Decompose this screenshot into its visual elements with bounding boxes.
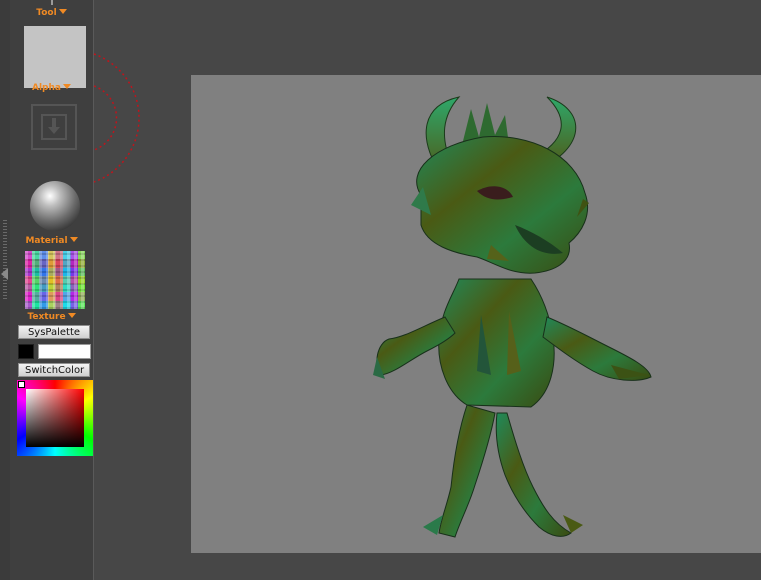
left-tray[interactable] — [0, 0, 10, 580]
switchcolor-button[interactable]: SwitchColor — [18, 363, 90, 377]
zbrush-window: Tool Alpha Material Texture SysPalette S… — [0, 0, 761, 580]
caret-down-icon — [58, 9, 67, 14]
material-label: Material — [25, 236, 68, 246]
alpha-label: Alpha — [32, 83, 61, 93]
material-menu[interactable]: Material — [10, 235, 93, 247]
alpha-menu[interactable]: Alpha — [10, 82, 93, 94]
model-legs — [423, 404, 583, 538]
tool-label: Tool — [36, 8, 57, 18]
material-thumbnail[interactable] — [30, 181, 80, 231]
syspalette-button[interactable]: SysPalette — [18, 325, 90, 339]
model-head — [411, 136, 589, 274]
texture-thumbnail[interactable] — [25, 251, 85, 309]
caret-down-icon — [62, 84, 71, 89]
left-shelf: Tool Alpha Material Texture SysPalette S… — [10, 0, 94, 580]
tool-slot[interactable] — [51, 0, 53, 5]
main-color-swatch[interactable] — [18, 344, 34, 359]
caret-down-icon — [69, 237, 78, 242]
top-strip — [94, 0, 761, 20]
color-picker-marker[interactable] — [18, 381, 25, 388]
model-torso — [438, 278, 555, 408]
tool-menu[interactable]: Tool — [10, 7, 93, 19]
alpha-thumbnail[interactable] — [24, 26, 86, 88]
chevron-left-icon[interactable] — [1, 268, 8, 280]
caret-down-icon — [67, 313, 76, 318]
color-picker-square[interactable] — [26, 389, 84, 447]
color-picker[interactable] — [17, 380, 93, 456]
texture-label: Texture — [27, 312, 66, 322]
demon-model[interactable] — [191, 75, 761, 553]
arrow-down-icon-head — [48, 127, 60, 134]
tray-grip[interactable] — [3, 220, 7, 300]
secondary-color-swatch[interactable] — [38, 344, 91, 359]
brush-inner-ring — [93, 85, 118, 151]
alpha-import-button[interactable] — [31, 104, 77, 150]
model-arm-right — [542, 316, 652, 381]
texture-menu[interactable]: Texture — [10, 311, 93, 323]
brush-cursor — [93, 53, 140, 183]
